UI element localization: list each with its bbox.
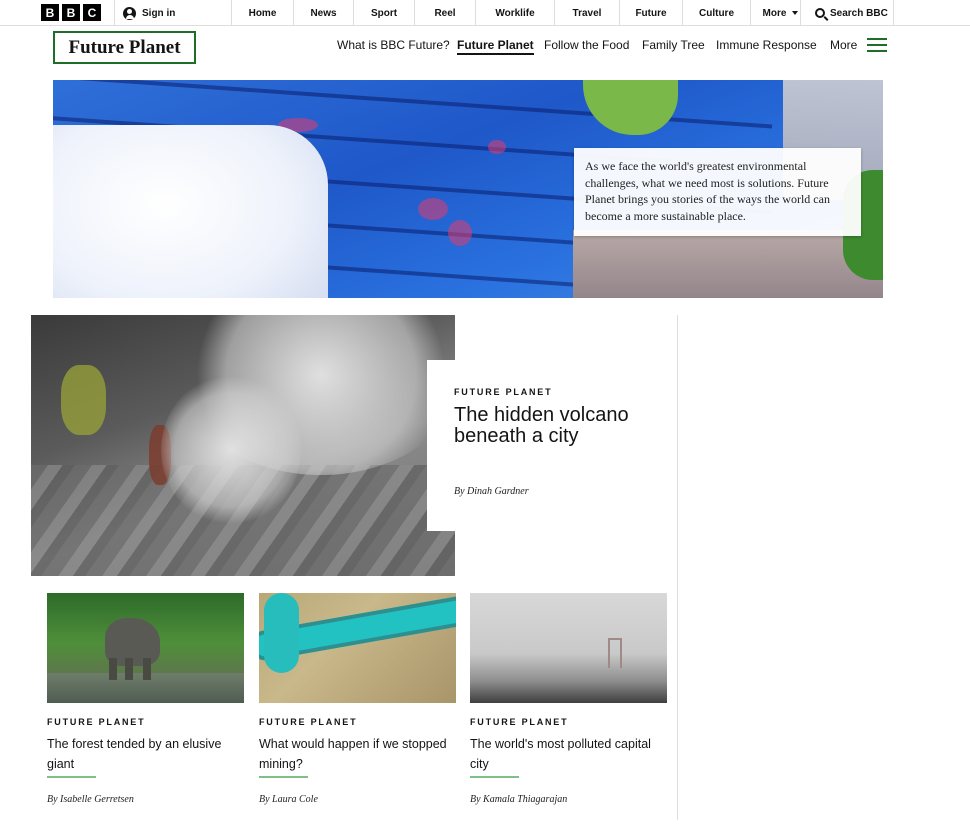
story-kicker[interactable]: FUTURE PLANET bbox=[259, 717, 456, 727]
global-header: B B C Sign in Home News Sport Reel Workl… bbox=[0, 0, 970, 26]
sign-in-label: Sign in bbox=[142, 7, 176, 19]
lead-story-card: FUTURE PLANET The hidden volcano beneath… bbox=[427, 360, 667, 531]
section-nav-immune-response[interactable]: Immune Response bbox=[716, 38, 817, 52]
story-card: FUTURE PLANET What would happen if we st… bbox=[259, 593, 456, 805]
bbc-logo-letter: B bbox=[41, 4, 59, 21]
global-nav-reel[interactable]: Reel bbox=[414, 0, 475, 26]
lead-story-title[interactable]: The hidden volcano beneath a city bbox=[454, 405, 640, 447]
story-byline: By Laura Cole bbox=[259, 794, 318, 805]
sign-in-button[interactable]: Sign in bbox=[114, 0, 232, 26]
story-thumbnail[interactable] bbox=[47, 593, 244, 703]
story-card: FUTURE PLANET The forest tended by an el… bbox=[47, 593, 244, 805]
story-byline: By Kamala Thiagarajan bbox=[470, 794, 568, 805]
column-divider bbox=[677, 315, 678, 820]
lead-story-byline: By Dinah Gardner bbox=[454, 486, 529, 497]
section-nav-family-tree[interactable]: Family Tree bbox=[642, 38, 705, 52]
caret-down-icon bbox=[792, 11, 799, 15]
global-nav-sport[interactable]: Sport bbox=[353, 0, 414, 26]
story-title[interactable]: The world's most polluted capital city bbox=[470, 734, 667, 776]
bbc-logo-letter: C bbox=[83, 4, 101, 21]
user-icon bbox=[123, 6, 136, 20]
search-bbc-button[interactable]: Search BBC bbox=[800, 0, 894, 26]
bbc-logo[interactable]: B B C bbox=[41, 4, 101, 21]
global-nav-news[interactable]: News bbox=[293, 0, 353, 26]
global-nav-more-label: More bbox=[762, 7, 787, 19]
global-nav-culture[interactable]: Culture bbox=[682, 0, 750, 26]
story-kicker[interactable]: FUTURE PLANET bbox=[470, 717, 667, 727]
story-rule bbox=[47, 776, 96, 778]
story-thumbnail[interactable] bbox=[259, 593, 456, 703]
global-nav-home[interactable]: Home bbox=[231, 0, 293, 26]
story-kicker[interactable]: FUTURE PLANET bbox=[47, 717, 244, 727]
story-title[interactable]: The forest tended by an elusive giant bbox=[47, 734, 244, 776]
story-thumbnail[interactable] bbox=[470, 593, 667, 703]
story-rule bbox=[259, 776, 308, 778]
section-nav-follow-the-food[interactable]: Follow the Food bbox=[544, 38, 629, 52]
hamburger-icon bbox=[867, 38, 888, 52]
bbc-logo-letter: B bbox=[62, 4, 80, 21]
search-label: Search BBC bbox=[830, 7, 888, 19]
global-nav-travel[interactable]: Travel bbox=[554, 0, 619, 26]
section-nav-what-is-bbc-future[interactable]: What is BBC Future? bbox=[337, 38, 450, 52]
section-more-button[interactable]: More bbox=[830, 38, 888, 52]
global-nav-worklife[interactable]: Worklife bbox=[475, 0, 554, 26]
lead-story-image[interactable] bbox=[31, 315, 455, 576]
section-nav-future-planet[interactable]: Future Planet bbox=[457, 38, 534, 55]
global-nav-future[interactable]: Future bbox=[619, 0, 682, 26]
lead-story-kicker[interactable]: FUTURE PLANET bbox=[454, 387, 640, 397]
story-title[interactable]: What would happen if we stopped mining? bbox=[259, 734, 456, 776]
story-byline: By Isabelle Gerretsen bbox=[47, 794, 134, 805]
future-planet-logo[interactable]: Future Planet bbox=[53, 31, 196, 64]
section-more-label: More bbox=[830, 38, 858, 52]
global-nav: Home News Sport Reel Worklife Travel Fut… bbox=[231, 0, 810, 26]
hero-description: As we face the world's greatest environm… bbox=[574, 148, 861, 236]
search-icon bbox=[815, 8, 825, 18]
story-rule bbox=[470, 776, 519, 778]
story-card: FUTURE PLANET The world's most polluted … bbox=[470, 593, 667, 805]
